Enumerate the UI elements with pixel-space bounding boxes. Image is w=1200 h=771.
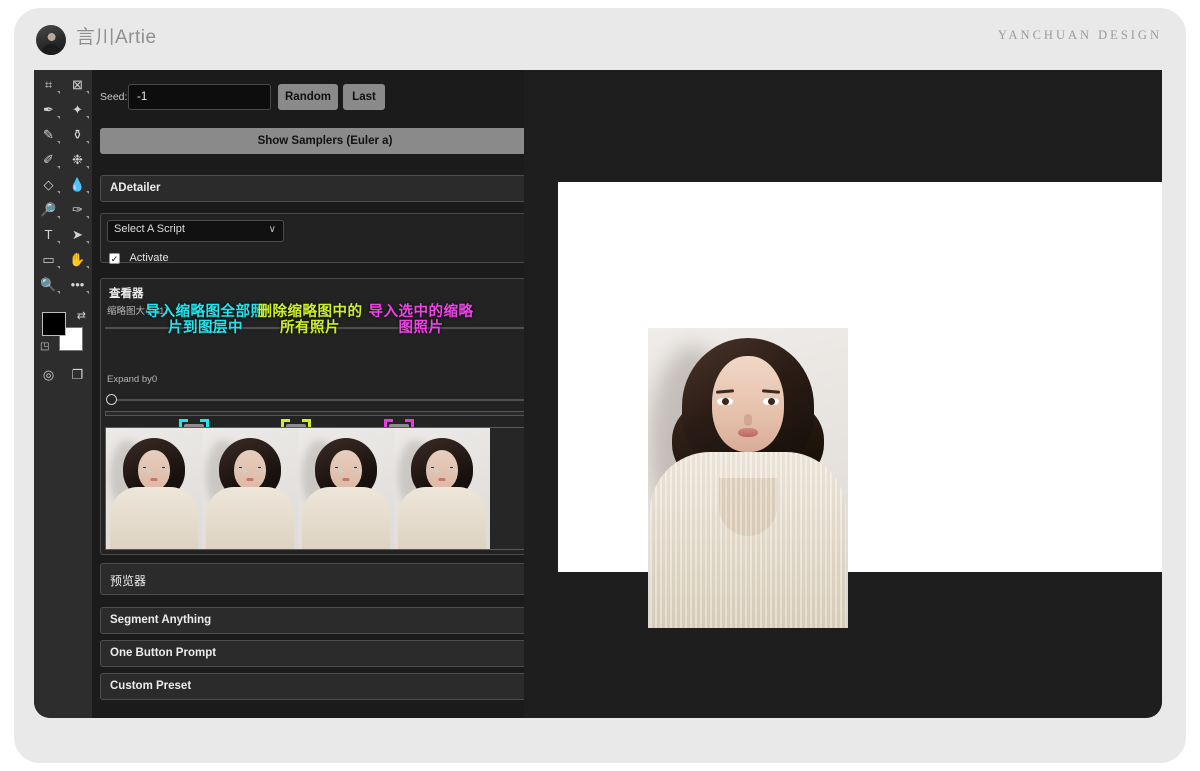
dodge-tool[interactable]: 🔎 [34, 197, 63, 222]
gallery-thumbnail[interactable] [298, 428, 394, 549]
slice-tool[interactable]: ⊠ [63, 72, 92, 97]
seed-label: Seed: [100, 91, 127, 103]
clone-stamp-tool[interactable]: ⚱ [63, 122, 92, 147]
brand-name: 言川Artie [76, 22, 157, 49]
more-tools[interactable]: ••• [63, 272, 92, 297]
gallery-scrollbar[interactable] [105, 411, 547, 416]
brush-icon: ✎ [43, 128, 54, 141]
accordion-adetailer-label: ADetailer [110, 182, 161, 194]
last-seed-button[interactable]: Last [343, 84, 385, 110]
slice-icon: ⊠ [72, 78, 83, 91]
application-window: ⌗ ⊠ ✒ ✦ ✎ ⚱ ✐ ❉ ◇ 💧 🔎 ✑ T ➤ ▭ ✋ 🔍 ••• ⇄ ◳ ◎❐ Seed: Random… [34, 70, 1162, 718]
hand-tool[interactable]: ✋ [63, 247, 92, 272]
accordion-custom-preset[interactable]: Custom Preset < [100, 673, 550, 700]
canvas-photo [648, 328, 848, 628]
crop-icon: ⌗ [45, 78, 52, 91]
paint-bucket-icon: ◇ [44, 178, 54, 191]
eyedropper-tool[interactable]: ✒ [34, 97, 63, 122]
avatar [36, 25, 66, 55]
dodge-icon: 🔎 [40, 203, 56, 216]
seed-input[interactable] [128, 84, 271, 110]
chevron-down-icon: ∨ [269, 224, 276, 235]
brush-tool[interactable]: ✎ [34, 122, 63, 147]
seed-row: Seed: Random Last [100, 84, 550, 112]
path-selection-tool[interactable]: ➤ [63, 222, 92, 247]
quick-mask-tool[interactable]: ◎ [34, 362, 63, 387]
pen-tool[interactable]: ✑ [63, 197, 92, 222]
annotation-delete-all: 删除缩略图中的所有照片 [251, 305, 369, 337]
tool-bottom-group: ◎❐ [34, 362, 92, 387]
blur-tool[interactable]: 💧 [63, 172, 92, 197]
eraser-tool[interactable]: ✐ [34, 147, 63, 172]
mores-icon: ••• [71, 278, 85, 291]
gallery-thumbnail[interactable] [106, 428, 202, 549]
accordion-preview[interactable]: 预览器 ∨ [100, 563, 550, 595]
spot-healing-icon: ✦ [72, 103, 83, 116]
photoshop-toolbar: ⌗ ⊠ ✒ ✦ ✎ ⚱ ✐ ❉ ◇ 💧 🔎 ✑ T ➤ ▭ ✋ 🔍 ••• ⇄ ◳ ◎❐ [34, 70, 92, 718]
viewer-section: 查看器 ∨ 缩略图大小117 导入缩略图全部照片到图层中 删除缩略图中的所有照片… [100, 278, 550, 555]
stable-diffusion-panel: Seed: Random Last Show Samplers (Euler a… [92, 70, 558, 718]
annotation-import-selected: 导入选中的缩略图照片 [366, 305, 476, 337]
accordion-preview-label: 预览器 [110, 572, 146, 589]
crop-tool[interactable]: ⌗ [34, 72, 63, 97]
rectangle-icon: ▭ [42, 253, 54, 266]
foreground-color-swatch[interactable] [42, 312, 66, 336]
expand-by-slider-handle[interactable] [106, 394, 117, 405]
type-tool[interactable]: T [34, 222, 63, 247]
script-select-value: Select A Script [114, 223, 185, 235]
blur-icon: 💧 [69, 178, 85, 191]
script-select[interactable]: Select A Script ∨ [107, 220, 284, 242]
page-header: 言川Artie YANCHUAN DESIGN [14, 8, 1186, 70]
color-swatches[interactable]: ⇄ ◳ [42, 312, 86, 352]
activate-checkbox[interactable]: ✓ [109, 253, 120, 264]
script-section: Select A Script ∨ ✓ Activate [100, 213, 550, 263]
brand-tagline: YANCHUAN DESIGN [998, 28, 1162, 43]
random-seed-button[interactable]: Random [278, 84, 338, 110]
photoshop-canvas-area: 👤 图层 通道 路径 🔍 类型 ∨ 🖼 ◑ [524, 70, 1162, 718]
swap-colors-icon[interactable]: ⇄ [77, 309, 86, 322]
type-icon: T [45, 228, 53, 241]
screen-mode-tool[interactable]: ❐ [63, 362, 92, 387]
accordion-one-button-prompt-label: One Button Prompt [110, 647, 216, 659]
pen-icon: ✑ [72, 203, 83, 216]
eraser-icon: ✐ [43, 153, 54, 166]
annotation-import-all: 导入缩略图全部照片到图层中 [143, 305, 268, 337]
gallery-thumbnail[interactable] [202, 428, 298, 549]
accordion-segment-anything-label: Segment Anything [110, 614, 211, 626]
default-colors-icon[interactable]: ◳ [40, 341, 49, 352]
accordion-custom-preset-label: Custom Preset [110, 680, 191, 692]
gallery-thumbnail[interactable] [394, 428, 490, 549]
zoom-icon: 🔍 [40, 278, 56, 291]
show-samplers-button[interactable]: Show Samplers (Euler a) [100, 128, 550, 154]
magic-eraser-tool[interactable]: ❉ [63, 147, 92, 172]
document-canvas[interactable] [558, 182, 1162, 572]
clone-stamp-icon: ⚱ [72, 128, 83, 141]
rectangle-tool[interactable]: ▭ [34, 247, 63, 272]
path-selection-icon: ➤ [72, 228, 83, 241]
hand-icon: ✋ [69, 253, 85, 266]
expand-by-label: Expand by0 [107, 374, 157, 385]
accordion-one-button-prompt[interactable]: One Button Prompt < [100, 640, 550, 667]
magic-eraser-icon: ❉ [72, 153, 83, 166]
activate-checkbox-row[interactable]: ✓ Activate [109, 248, 169, 266]
expand-by-slider[interactable] [117, 399, 545, 401]
page-root: 言川Artie YANCHUAN DESIGN ⌗ ⊠ ✒ ✦ ✎ ⚱ ✐ ❉ ◇ 💧 🔎 ✑ T ➤ ▭ ✋… [0, 0, 1200, 771]
accordion-segment-anything[interactable]: Segment Anything < [100, 607, 550, 634]
viewer-title: 查看器 [109, 285, 144, 301]
eyedropper-icon: ✒ [43, 103, 54, 116]
accordion-adetailer[interactable]: ADetailer < [100, 175, 550, 202]
paint-bucket-tool[interactable]: ◇ [34, 172, 63, 197]
tool-grid: ⌗ ⊠ ✒ ✦ ✎ ⚱ ✐ ❉ ◇ 💧 🔎 ✑ T ➤ ▭ ✋ 🔍 ••• [34, 72, 92, 297]
activate-label: Activate [129, 252, 168, 264]
spot-healing-tool[interactable]: ✦ [63, 97, 92, 122]
zoom-tool[interactable]: 🔍 [34, 272, 63, 297]
thumbnail-gallery [105, 427, 547, 550]
